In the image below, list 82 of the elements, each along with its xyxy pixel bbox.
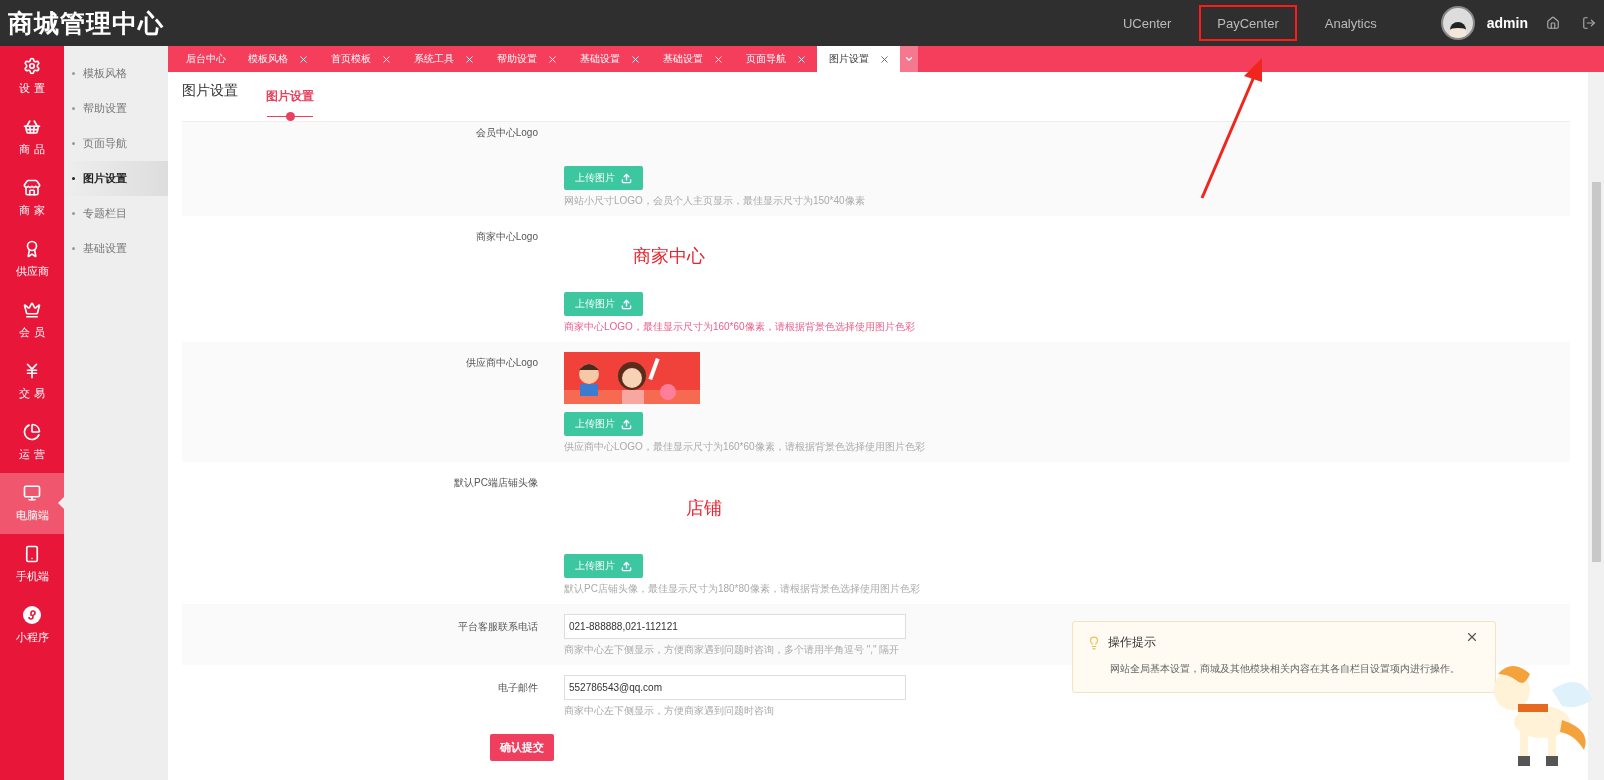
submenu-item[interactable]: 模板风格 (64, 56, 168, 91)
hint-text: 网站小尺寸LOGO，会员个人主页显示，最佳显示尺寸为150*40像素 (564, 194, 865, 208)
lightbulb-icon (1087, 635, 1101, 650)
upload-icon (621, 298, 632, 310)
upload-button[interactable]: 上传图片 (564, 166, 643, 190)
field-label: 平台客服联系电话 (457, 620, 538, 634)
sidebar-item[interactable]: 设 置 (0, 46, 64, 107)
upload-button[interactable]: 上传图片 (564, 292, 643, 316)
field-label: 会员中心Logo (474, 126, 538, 140)
tab[interactable]: 模板风格 (236, 46, 319, 72)
sidebar-icon (23, 423, 41, 441)
close-icon[interactable] (547, 53, 558, 65)
sidebar-icon (23, 484, 41, 502)
sidebar-item[interactable]: 手机端 (0, 534, 64, 595)
sidebar-item[interactable]: 商 家 (0, 168, 64, 229)
hint-text: 供应商中心LOGO，最佳显示尺寸为160*60像素，请根据背景色选择使用图片色彩 (564, 440, 925, 454)
hint-text: 商家中心LOGO，最佳显示尺寸为160*60像素，请根据背景色选择使用图片色彩 (564, 320, 915, 334)
upload-button[interactable]: 上传图片 (564, 554, 643, 578)
submenu-item[interactable]: 页面导航 (64, 126, 168, 161)
sidebar-item[interactable]: 会 员 (0, 290, 64, 351)
upload-icon (621, 172, 632, 184)
submenu-item[interactable]: 帮助设置 (64, 91, 168, 126)
submit-button[interactable]: 确认提交 (490, 734, 554, 761)
tab[interactable]: 系统工具 (402, 46, 485, 72)
sidebar-icon (23, 545, 41, 563)
close-icon[interactable] (713, 53, 724, 65)
close-icon[interactable] (381, 53, 392, 65)
logo-preview-text: 商家中心 (632, 245, 705, 268)
sidebar-item[interactable]: 供应商 (0, 229, 64, 290)
upload-icon (621, 560, 632, 572)
sidebar-icon (23, 301, 41, 319)
avatar[interactable] (1440, 6, 1475, 40)
tab[interactable]: 图片设置 (817, 46, 900, 72)
sidebar-item[interactable]: 交 易 (0, 351, 64, 412)
input-field[interactable]: 021-888888,021-112121 (564, 614, 906, 639)
close-icon[interactable] (879, 53, 890, 65)
sidebar-icon (23, 57, 41, 75)
sidebar-item[interactable]: 小程序 (0, 595, 64, 656)
field-label: 商家中心Logo (474, 230, 538, 244)
tab[interactable]: 帮助设置 (485, 46, 568, 72)
close-icon[interactable] (630, 53, 641, 65)
caret-icon (904, 54, 914, 64)
tab[interactable]: 后台中心 (174, 46, 236, 72)
tab-menu-button[interactable] (900, 46, 918, 72)
tab[interactable]: 首页模板 (319, 46, 402, 72)
sidebar-item[interactable]: 电脑端 (0, 473, 64, 534)
nav-link[interactable]: UCenter (1104, 5, 1190, 41)
field-label: 供应商中心Logo (464, 356, 538, 370)
hint-text: 商家中心左下侧显示，方便商家遇到问题时咨询，多个请用半角逗号 "," 隔开 (564, 643, 900, 657)
user-name[interactable]: admin (1486, 15, 1528, 31)
sidebar-item[interactable]: 商 品 (0, 107, 64, 168)
tip-title: 操作提示 (1108, 634, 1156, 651)
nav-link[interactable]: PayCenter (1199, 5, 1297, 41)
upload-button[interactable]: 上传图片 (564, 412, 643, 436)
nav-link[interactable]: Analytics (1306, 5, 1395, 41)
logout-icon[interactable] (1582, 16, 1596, 30)
scrollbar-thumb[interactable] (1591, 182, 1601, 562)
sidebar-item[interactable]: 运 营 (0, 412, 64, 473)
tab[interactable]: 页面导航 (734, 46, 817, 72)
app-title: 商城管理中心 (8, 7, 165, 39)
sub-tab[interactable]: 图片设置 (266, 88, 314, 121)
mini-program-icon (23, 606, 41, 624)
sidebar-icon (23, 118, 41, 136)
close-icon[interactable] (1465, 630, 1479, 644)
submenu-item[interactable]: 基础设置 (64, 231, 168, 266)
field-label: 默认PC端店铺头像 (453, 476, 538, 490)
hint-text: 商家中心左下侧显示，方便商家遇到问题时咨询 (564, 704, 774, 718)
field-label: 电子邮件 (497, 681, 538, 695)
hint-text: 默认PC店铺头像，最佳显示尺寸为180*80像素，请根据背景色选择使用图片色彩 (564, 582, 920, 596)
page-title: 图片设置 (182, 82, 238, 100)
close-icon[interactable] (796, 53, 807, 65)
input-field[interactable]: 552786543@qq.com (564, 675, 906, 700)
home-icon[interactable] (1546, 16, 1560, 30)
sidebar-icon (23, 179, 41, 197)
logo-preview-text: 店铺 (685, 497, 722, 520)
close-icon[interactable] (298, 53, 309, 65)
submenu-item[interactable]: 专题栏目 (64, 196, 168, 231)
tab[interactable]: 基础设置 (651, 46, 734, 72)
upload-icon (621, 418, 632, 430)
tip-text: 网站全局基本设置，商城及其他模块相关内容在其各自栏目设置项内进行操作。 (1110, 662, 1460, 676)
close-icon[interactable] (464, 53, 475, 65)
tab[interactable]: 基础设置 (568, 46, 651, 72)
